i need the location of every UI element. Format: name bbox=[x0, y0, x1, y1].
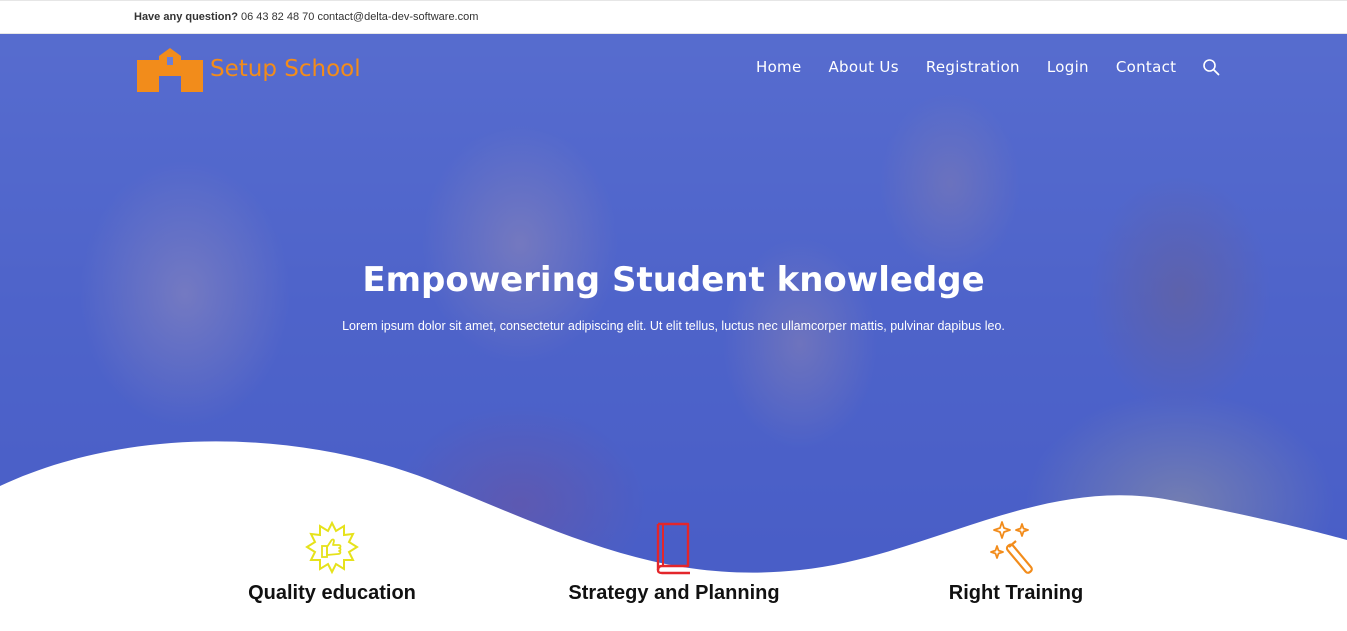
feature-label: Right Training bbox=[948, 582, 1084, 604]
nav-home[interactable]: Home bbox=[756, 58, 802, 76]
contact-info: Have any question? 06 43 82 48 70 contac… bbox=[134, 11, 478, 23]
main-navigation: Home About Us Registration Login Contact bbox=[756, 58, 1220, 76]
site-logo[interactable]: Setup School bbox=[137, 46, 361, 92]
brand-name: Setup School bbox=[210, 56, 361, 82]
search-icon[interactable] bbox=[1202, 58, 1220, 76]
hero-title: Empowering Student knowledge bbox=[362, 260, 985, 300]
hero-subtitle: Lorem ipsum dolor sit amet, consectetur … bbox=[342, 319, 1005, 333]
feature-label: Quality education bbox=[248, 582, 416, 604]
feature-right-training: Right Training bbox=[916, 520, 1116, 605]
question-label: Have any question? bbox=[134, 11, 238, 23]
nav-contact[interactable]: Contact bbox=[1116, 58, 1176, 76]
nav-registration[interactable]: Registration bbox=[926, 58, 1020, 76]
nav-login[interactable]: Login bbox=[1047, 58, 1089, 76]
school-building-icon bbox=[137, 48, 203, 92]
magic-wand-icon bbox=[990, 521, 1033, 574]
feature-quality-education: Quality education bbox=[232, 520, 432, 605]
book-icon bbox=[656, 522, 690, 575]
nav-about-us[interactable]: About Us bbox=[829, 58, 899, 76]
feature-strategy-planning: Strategy and Planning bbox=[554, 520, 794, 605]
top-info-bar: Have any question? 06 43 82 48 70 contac… bbox=[0, 0, 1347, 34]
phone-email-text: 06 43 82 48 70 contact@delta-dev-softwar… bbox=[240, 11, 479, 23]
award-thumbs-up-icon bbox=[305, 520, 359, 575]
feature-label: Strategy and Planning bbox=[568, 582, 780, 604]
